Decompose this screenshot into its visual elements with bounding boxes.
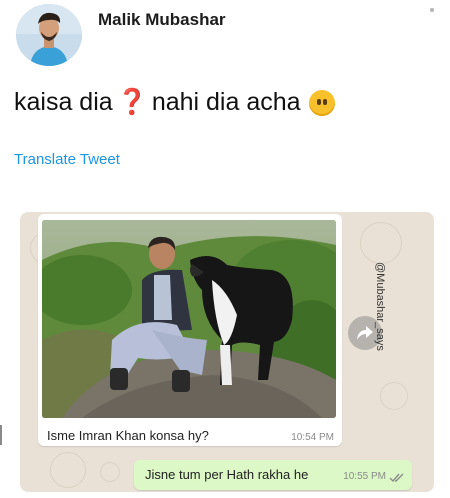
avatar-image [16, 4, 82, 66]
message-photo[interactable] [42, 220, 336, 418]
tweet-text-part1: kaisa dia [14, 88, 113, 116]
tweet-text: kaisa dia ❓ nahi dia acha [14, 88, 335, 117]
tweet-author-name[interactable]: Malik Mubashar [98, 10, 226, 30]
incoming-message-text: Isme Imran Khan konsa hy? [47, 428, 209, 443]
tweet-text-part2: nahi dia acha [151, 88, 301, 116]
corner-dot [430, 8, 434, 12]
watermark-text: @Mubashar_says [374, 262, 386, 351]
avatar[interactable] [16, 4, 82, 66]
chat-screenshot: Isme Imran Khan konsa hy? 10:54 PM Jisne… [20, 212, 434, 492]
edge-marker [0, 425, 2, 445]
outgoing-message-bubble[interactable]: Jisne tum per Hath rakha he 10:55 PM [134, 460, 412, 490]
incoming-message-bubble[interactable]: Isme Imran Khan konsa hy? 10:54 PM [38, 214, 342, 446]
photo-illustration [42, 220, 336, 418]
translate-tweet-link[interactable]: Translate Tweet [14, 151, 120, 168]
question-mark-emoji: ❓ [116, 88, 148, 116]
outgoing-message-time: 10:55 PM [343, 471, 386, 482]
outgoing-message-text: Jisne tum per Hath rakha he [145, 467, 309, 482]
incoming-message-time: 10:54 PM [291, 432, 334, 443]
double-check-icon [389, 470, 405, 488]
neutral-face-emoji-icon [308, 89, 335, 116]
